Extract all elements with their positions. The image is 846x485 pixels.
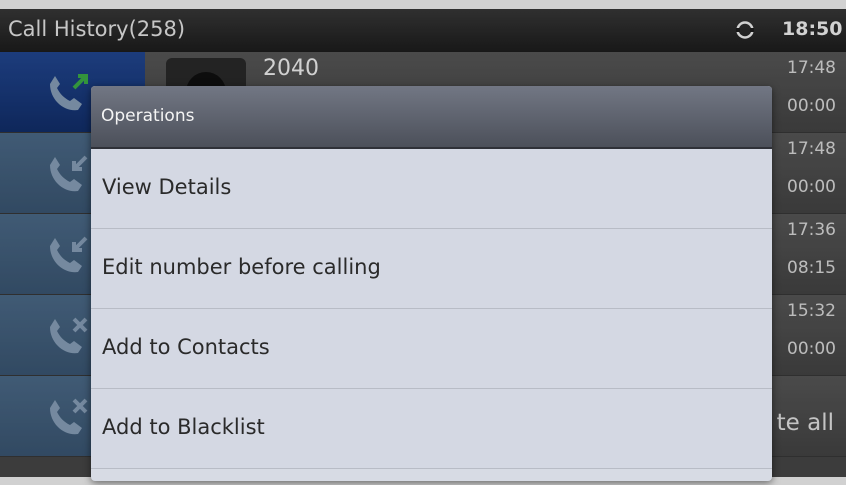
menu-item-label: View Details — [102, 175, 232, 199]
menu-item-label: Edit number before calling — [102, 255, 381, 279]
menu-item-label: Add to Contacts — [102, 335, 270, 359]
menu-item-edit-number[interactable]: Edit number before calling — [91, 229, 772, 309]
dialog-title: Operations — [101, 106, 195, 126]
operations-dialog: Operations View Details Edit number befo… — [91, 86, 772, 481]
menu-item-view-details[interactable]: View Details — [91, 149, 772, 229]
dialog-header: Operations — [91, 86, 772, 149]
menu-item-add-to-contacts[interactable]: Add to Contacts — [91, 309, 772, 389]
menu-item-label: Add to Blacklist — [102, 415, 265, 439]
menu-item-add-to-blacklist[interactable]: Add to Blacklist — [91, 389, 772, 469]
